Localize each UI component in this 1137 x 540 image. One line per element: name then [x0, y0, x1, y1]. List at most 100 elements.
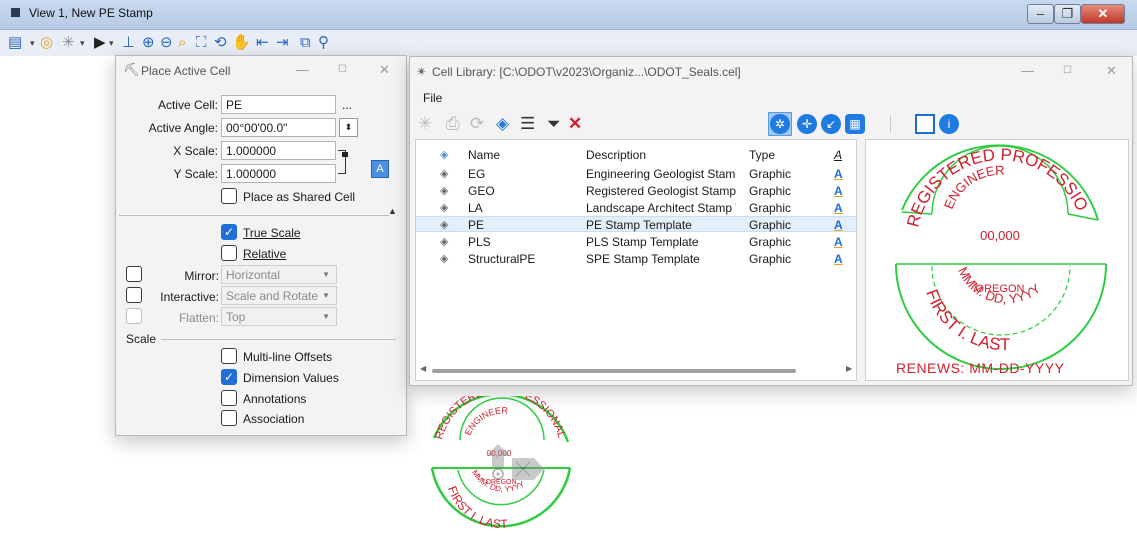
- minimize-button[interactable]: –: [1027, 4, 1054, 24]
- cell-name: StructuralPE: [468, 252, 536, 266]
- view-window-icon: [11, 8, 20, 17]
- chevron-down-icon: ▼: [322, 312, 330, 321]
- maximize-button[interactable]: ☐: [1063, 65, 1072, 76]
- y-scale-input[interactable]: 1.000000: [221, 164, 336, 183]
- new-cell-icon[interactable]: ✳: [418, 114, 432, 134]
- update-icon[interactable]: ⊥: [122, 33, 135, 53]
- select-icon[interactable]: ▶: [94, 33, 106, 53]
- previous-view-icon[interactable]: ⇤: [256, 33, 269, 53]
- close-button[interactable]: ✕: [379, 62, 390, 78]
- refresh-icon[interactable]: ⟳: [470, 114, 484, 134]
- column-header-type[interactable]: Type: [749, 148, 775, 162]
- stamp-cursor-preview[interactable]: REGISTERED PROFESSIONAL ENGINEER 00,000 …: [426, 396, 576, 534]
- relative-label: Relative: [243, 247, 287, 261]
- list-view-icon[interactable]: ☰: [520, 114, 535, 134]
- view-toolbar: ▤ ▾ ◎ ✳ ▾ ▶ ▾ ⊥ ⊕ ⊖ ⌕ ⛶ ⟲ ✋ ⇤ ⇥ ⧉ ⚲: [0, 30, 1137, 56]
- library-icon: ◈: [440, 149, 449, 161]
- active-cell-input[interactable]: PE: [221, 95, 336, 114]
- table-row[interactable]: ◈ GEO Registered Geologist Stamp T... Gr…: [416, 183, 856, 199]
- cell-name: EG: [468, 167, 486, 181]
- collapse-arrow-icon[interactable]: ▲: [388, 206, 397, 216]
- interactive-select[interactable]: Scale and Rotate ▼: [221, 286, 337, 305]
- column-header-description[interactable]: Description: [586, 148, 646, 162]
- preview-pane-icon[interactable]: [915, 114, 935, 134]
- close-button[interactable]: ✕: [1081, 4, 1125, 24]
- cell-name: LA: [468, 201, 483, 215]
- text-scale-icon[interactable]: A: [371, 160, 389, 178]
- minimize-button[interactable]: —: [1021, 63, 1034, 78]
- font-column-icon[interactable]: A: [834, 148, 842, 162]
- dropdown-arrow-icon[interactable]: ▾: [80, 33, 85, 53]
- angle-spinner[interactable]: ⬍: [339, 118, 358, 137]
- cell-description: PE Stamp Template: [586, 218, 692, 232]
- relative-checkbox[interactable]: [221, 245, 237, 261]
- column-header-name[interactable]: Name: [468, 148, 500, 162]
- levels-icon[interactable]: ✳: [62, 33, 75, 53]
- terminator-cell-icon[interactable]: ↙: [821, 114, 841, 134]
- fit-view-icon[interactable]: ⛶: [196, 33, 207, 53]
- horizontal-scrollbar[interactable]: [432, 369, 796, 373]
- maximize-button[interactable]: ☐: [338, 64, 347, 75]
- interactive-checkbox[interactable]: [126, 287, 142, 303]
- stamp-arc-top-text: REGISTERED PROFESSIONAL: [866, 140, 1092, 229]
- multiline-offsets-checkbox[interactable]: [221, 348, 237, 364]
- pattern-cell-icon[interactable]: ▦: [845, 114, 865, 134]
- rotate-view-icon[interactable]: ⟲: [214, 33, 227, 53]
- display-cells-icon[interactable]: ◈: [496, 114, 509, 134]
- table-row[interactable]: ◈ LA Landscape Architect Stamp T... Grap…: [416, 200, 856, 216]
- dimension-values-label: Dimension Values: [243, 371, 339, 385]
- place-shared-checkbox[interactable]: [221, 188, 237, 204]
- maximize-button[interactable]: ❐: [1054, 4, 1081, 24]
- mirror-checkbox[interactable]: [126, 266, 142, 282]
- table-row[interactable]: ◈ PLS PLS Stamp Template Graphic A: [416, 234, 856, 250]
- zoom-in-icon[interactable]: ⊕: [142, 33, 155, 53]
- scroll-left-icon[interactable]: ◀: [420, 364, 426, 373]
- zoom-out-icon[interactable]: ⊖: [160, 33, 173, 53]
- view-attributes-icon[interactable]: ▤: [8, 33, 22, 53]
- cell-name: GEO: [468, 184, 495, 198]
- place-shared-label: Place as Shared Cell: [243, 190, 356, 204]
- annotations-checkbox[interactable]: [221, 390, 237, 406]
- y-scale-label: Y Scale:: [173, 167, 218, 181]
- browse-button[interactable]: ...: [342, 98, 352, 112]
- flatten-checkbox[interactable]: [126, 308, 142, 324]
- attach-library-icon[interactable]: ⎙: [446, 114, 460, 134]
- info-icon[interactable]: i: [939, 114, 959, 134]
- dropdown-arrow-icon[interactable]: ▾: [30, 33, 35, 53]
- active-angle-input[interactable]: 00°00'00.0": [221, 118, 336, 137]
- pan-icon[interactable]: ✋: [232, 33, 251, 53]
- minimize-button[interactable]: —: [296, 62, 309, 77]
- stamp-arc-top-text: REGISTERED PROFESSIONAL: [433, 396, 567, 441]
- cell-preview-pane: REGISTERED PROFESSIONAL ENGINEER 00,000 …: [860, 125, 1129, 381]
- camera-icon[interactable]: ⚲: [318, 33, 329, 53]
- place-cell-icon[interactable]: ✲: [770, 114, 790, 134]
- dimension-values-checkbox[interactable]: ✓: [221, 369, 237, 385]
- delete-icon[interactable]: ✕: [568, 114, 582, 134]
- point-cell-icon[interactable]: ✛: [797, 114, 817, 134]
- scroll-right-icon[interactable]: ▶: [846, 364, 852, 373]
- flatten-select[interactable]: Top ▼: [221, 307, 337, 326]
- copy-view-icon[interactable]: ⧉: [300, 33, 311, 53]
- filter-icon[interactable]: ⏷: [547, 114, 561, 134]
- multiline-offsets-label: Multi-line Offsets: [243, 350, 333, 364]
- display-style-icon[interactable]: ◎: [40, 33, 53, 53]
- lock-icon[interactable]: [342, 152, 348, 157]
- dropdown-arrow-icon[interactable]: ▾: [109, 33, 114, 53]
- association-checkbox[interactable]: [221, 410, 237, 426]
- active-angle-label: Active Angle:: [148, 121, 218, 135]
- divider: [119, 215, 389, 216]
- cell-description: Landscape Architect Stamp T...: [586, 201, 736, 215]
- window-area-icon[interactable]: ⌕: [178, 33, 186, 53]
- close-button[interactable]: ✕: [1106, 63, 1117, 79]
- text-style-icon: A: [834, 201, 843, 215]
- mirror-select[interactable]: Horizontal ▼: [221, 265, 337, 284]
- menu-file[interactable]: File: [423, 91, 442, 105]
- table-row[interactable]: ◈ EG Engineering Geologist Stamp ... Gra…: [416, 166, 856, 182]
- x-scale-input[interactable]: 1.000000: [221, 141, 336, 160]
- table-row[interactable]: ◈ StructuralPE SPE Stamp Template Graphi…: [416, 251, 856, 267]
- next-view-icon[interactable]: ⇥: [276, 33, 289, 53]
- flatten-label: Flatten:: [178, 311, 219, 325]
- table-row-selected[interactable]: ◈ PE PE Stamp Template Graphic A: [416, 216, 856, 232]
- true-scale-checkbox[interactable]: ✓: [221, 224, 237, 240]
- divider: [161, 339, 396, 340]
